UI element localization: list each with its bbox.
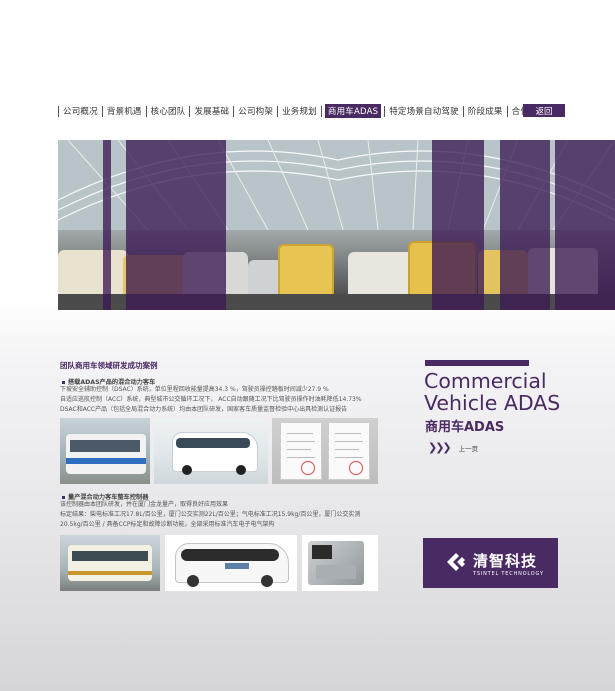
- nav-item-structure[interactable]: 公司构架: [237, 105, 274, 117]
- certificate-document: [328, 422, 370, 480]
- nav-divider: [506, 105, 508, 117]
- nav-item-commercial-adas[interactable]: 商用车ADAS: [324, 104, 382, 118]
- stamp-icon: [301, 461, 315, 475]
- hybrid-bus-photo: [60, 418, 150, 484]
- nav-item-background[interactable]: 背景机遇: [106, 105, 143, 117]
- top-nav: 公司概况 背景机遇 核心团队 发展基础 公司构架 业务规划 商用车ADAS 特定…: [55, 104, 554, 118]
- nav-divider: [384, 105, 386, 117]
- purple-overlay-stripe: [555, 140, 615, 310]
- bus-image: [58, 250, 128, 300]
- city-bus-photo: [60, 535, 160, 591]
- bullet-icon: [62, 495, 65, 499]
- page-title-en-line1: Commercial: [424, 369, 547, 393]
- back-button[interactable]: 返回: [523, 104, 565, 117]
- logo-text-cn: 清智科技: [473, 552, 538, 570]
- page-title-en-line2: Vehicle ADAS: [424, 391, 561, 415]
- nav-divider: [233, 105, 235, 117]
- certificate-photo: [272, 418, 378, 484]
- case2-line: 该控制器由本团队研发，并在厦门金龙量产，取得良好应用效果: [60, 501, 229, 508]
- purple-overlay-stripe: [103, 140, 111, 310]
- purple-overlay-stripe: [126, 140, 226, 310]
- bus-image: [278, 244, 334, 300]
- company-logo: 清智科技 TSINTEL TECHNOLOGY: [423, 538, 558, 588]
- nav-item-results[interactable]: 阶段成果: [467, 105, 504, 117]
- title-accent-bar: [425, 360, 529, 366]
- bullet-icon: [62, 380, 65, 384]
- nav-item-foundation[interactable]: 发展基础: [193, 105, 230, 117]
- chevron-right-icon: ❯❯❯: [428, 441, 452, 454]
- case1-line: 下坡安全辅助控制（DSAC）系统，单位里程回收能量提高34.3 %，驾驶员操控踏…: [60, 386, 329, 393]
- nav-divider: [58, 105, 59, 117]
- nav-divider: [462, 105, 464, 117]
- case2-line: 20.5kg/百公里 / 具备CCP标定和故障诊断功能，全部采用标准汽车电子电气…: [60, 521, 275, 528]
- nav-divider: [277, 105, 279, 117]
- certificate-document: [280, 422, 322, 480]
- page-title-en: Commercial Vehicle ADAS: [424, 370, 560, 414]
- nav-divider: [189, 105, 191, 117]
- banner-image: [58, 140, 615, 310]
- nav-item-autonomous-driving[interactable]: 特定场景自动驾驶: [388, 105, 460, 117]
- logo-mark-icon: [447, 553, 465, 571]
- logo-text-en: TSINTEL TECHNOLOGY: [473, 571, 544, 577]
- controller-unit-photo: [302, 535, 378, 591]
- purple-overlay-stripe: [432, 140, 484, 310]
- page-title-cn: 商用车ADAS: [425, 420, 505, 435]
- case1-line: DSAC和ACC产品（包括全局混合动力系统）均由本团队研发，国家客车质量监督检验…: [60, 406, 348, 413]
- prev-page-link[interactable]: ❯❯❯ 上一页: [428, 441, 478, 454]
- nav-item-company-overview[interactable]: 公司概况: [62, 105, 99, 117]
- nav-item-business-plan[interactable]: 业务规划: [281, 105, 318, 117]
- case1-line: 自适应巡航控制（ACC）系统，典型城市公交循环工况下， ACC自动跟随工况下比驾…: [60, 396, 362, 403]
- nav-divider: [101, 105, 103, 117]
- nav-item-core-team[interactable]: 核心团队: [150, 105, 187, 117]
- nav-divider: [145, 105, 147, 117]
- stamp-icon: [349, 461, 363, 475]
- section-title: 团队商用车领域研发成功案例: [60, 361, 158, 370]
- prev-page-label: 上一页: [458, 444, 479, 453]
- purple-overlay-stripe: [500, 140, 550, 310]
- nav-divider: [320, 105, 322, 117]
- case2-line: 标定结果：柴电标准工况17.8L/百公里，厦门公交实测22L/百公里；气电标准工…: [60, 511, 361, 518]
- white-coach-photo: [165, 535, 297, 591]
- coach-bus-photo: [154, 418, 268, 484]
